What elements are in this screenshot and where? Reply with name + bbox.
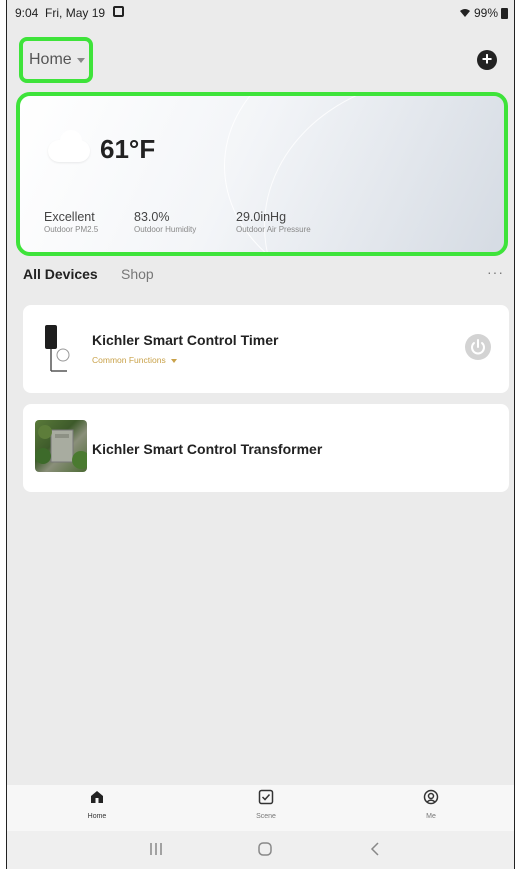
status-date: Fri, May 19 [45, 6, 106, 20]
temperature-value: 61°F [100, 134, 156, 164]
battery-icon [501, 7, 508, 19]
power-icon [471, 339, 485, 355]
home-system-icon[interactable] [257, 840, 273, 858]
device-common-functions[interactable]: Common Functions [92, 355, 178, 365]
metric-humidity-label: Outdoor Humidity [134, 225, 197, 234]
device-name-transformer: Kichler Smart Control Transformer [92, 441, 323, 457]
back-icon[interactable] [369, 840, 381, 858]
common-functions-label: Common Functions [92, 355, 166, 365]
status-clock: 9:04 [15, 6, 39, 20]
system-navigation-bar [7, 831, 514, 869]
home-selector-button[interactable]: Home [19, 37, 93, 83]
tab-all-devices[interactable]: All Devices [23, 266, 98, 282]
nav-item-home[interactable]: Home [67, 789, 127, 820]
home-icon [91, 791, 103, 803]
status-time: 9:04 Fri, May 19 [15, 6, 105, 20]
power-button[interactable] [465, 334, 491, 360]
add-device-button[interactable]: + [477, 50, 497, 70]
bottom-navigation: Home Scene Me [7, 785, 514, 831]
nav-label-scene: Scene [256, 813, 276, 820]
wifi-icon [459, 9, 470, 17]
checkbox-icon [258, 789, 274, 805]
tab-shop[interactable]: Shop [121, 266, 154, 282]
home-selector-label: Home [29, 51, 72, 68]
weather-card[interactable]: 61°F Excellent Outdoor PM2.5 83.0% Outdo… [16, 92, 508, 256]
metric-pressure-label: Outdoor Air Pressure [236, 225, 311, 234]
nav-item-me[interactable]: Me [401, 789, 461, 820]
gallery-notification-icon [113, 6, 124, 17]
plus-circle-icon: + [481, 49, 493, 69]
user-circle-icon [423, 789, 439, 805]
transformer-device-image [35, 420, 87, 472]
device-name-timer: Kichler Smart Control Timer [92, 332, 279, 348]
battery-percent: 99% [473, 6, 498, 20]
app-screen: 9:04 Fri, May 19 99% Home + 61°F Excelle… [6, 0, 515, 869]
caret-down-icon [171, 358, 178, 363]
metric-pressure-value: 29.0inHg [236, 210, 287, 224]
device-card-transformer[interactable]: Kichler Smart Control Transformer [23, 404, 509, 492]
caret-down-icon [76, 57, 85, 63]
transformer-image-detail [35, 425, 87, 469]
nav-label-home: Home [87, 813, 107, 820]
metric-pressure: 29.0inHg Outdoor Air Pressure [236, 210, 311, 234]
more-options-icon[interactable]: ··· [487, 264, 504, 280]
metric-pm25-label: Outdoor PM2.5 [44, 225, 99, 234]
device-card-timer[interactable]: Kichler Smart Control Timer Common Funct… [23, 305, 509, 393]
status-right: 99% [459, 6, 508, 20]
cloud-icon [48, 130, 90, 162]
metric-pm25: Excellent Outdoor PM2.5 [44, 210, 98, 234]
recent-apps-icon[interactable] [149, 840, 163, 858]
metric-humidity-value: 83.0% [134, 210, 170, 224]
metric-pm25-value: Excellent [44, 210, 95, 224]
nav-label-me: Me [426, 813, 436, 820]
nav-item-scene[interactable]: Scene [236, 789, 296, 820]
metric-humidity: 83.0% Outdoor Humidity [134, 210, 196, 234]
status-bar: 9:04 Fri, May 19 99% [7, 0, 514, 26]
timer-device-image [45, 325, 70, 372]
